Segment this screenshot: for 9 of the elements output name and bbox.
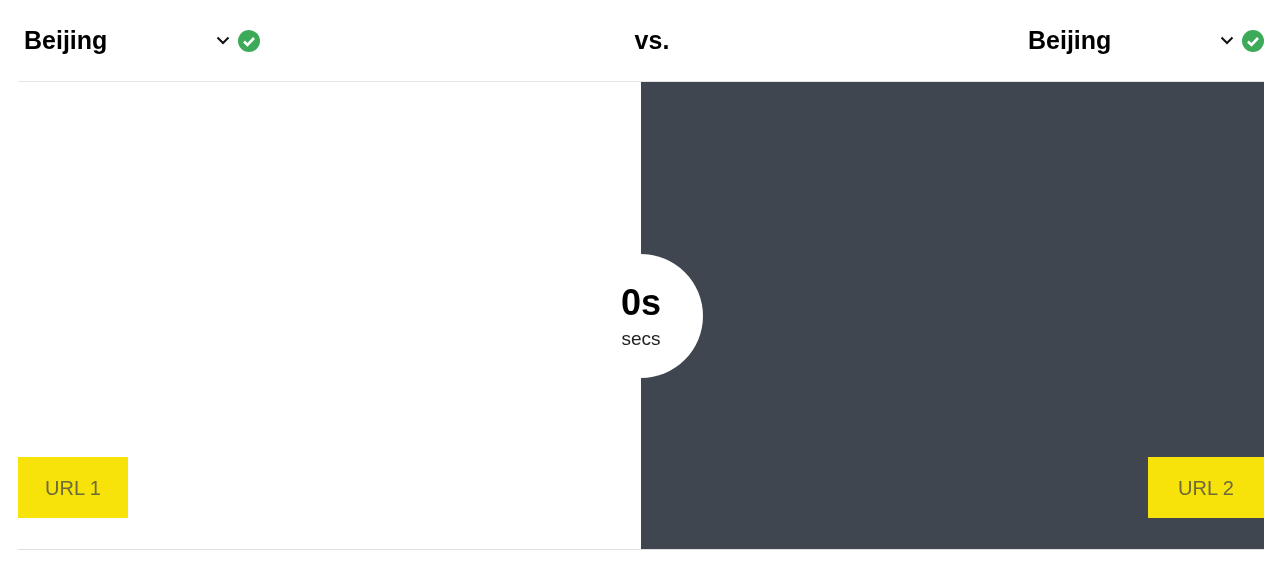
- city-dropdown[interactable]: Beijing: [1028, 21, 1242, 60]
- timer-unit: secs: [621, 328, 661, 348]
- chevron-down-icon: [1220, 36, 1234, 45]
- url-label: URL 2: [1148, 457, 1264, 518]
- url-label: URL 1: [18, 457, 128, 518]
- vs-label: vs.: [634, 24, 670, 56]
- timer-value: 0s: [620, 284, 661, 321]
- chevron-down-icon: [216, 36, 230, 45]
- city-dropdown[interactable]: Beijing: [24, 21, 238, 60]
